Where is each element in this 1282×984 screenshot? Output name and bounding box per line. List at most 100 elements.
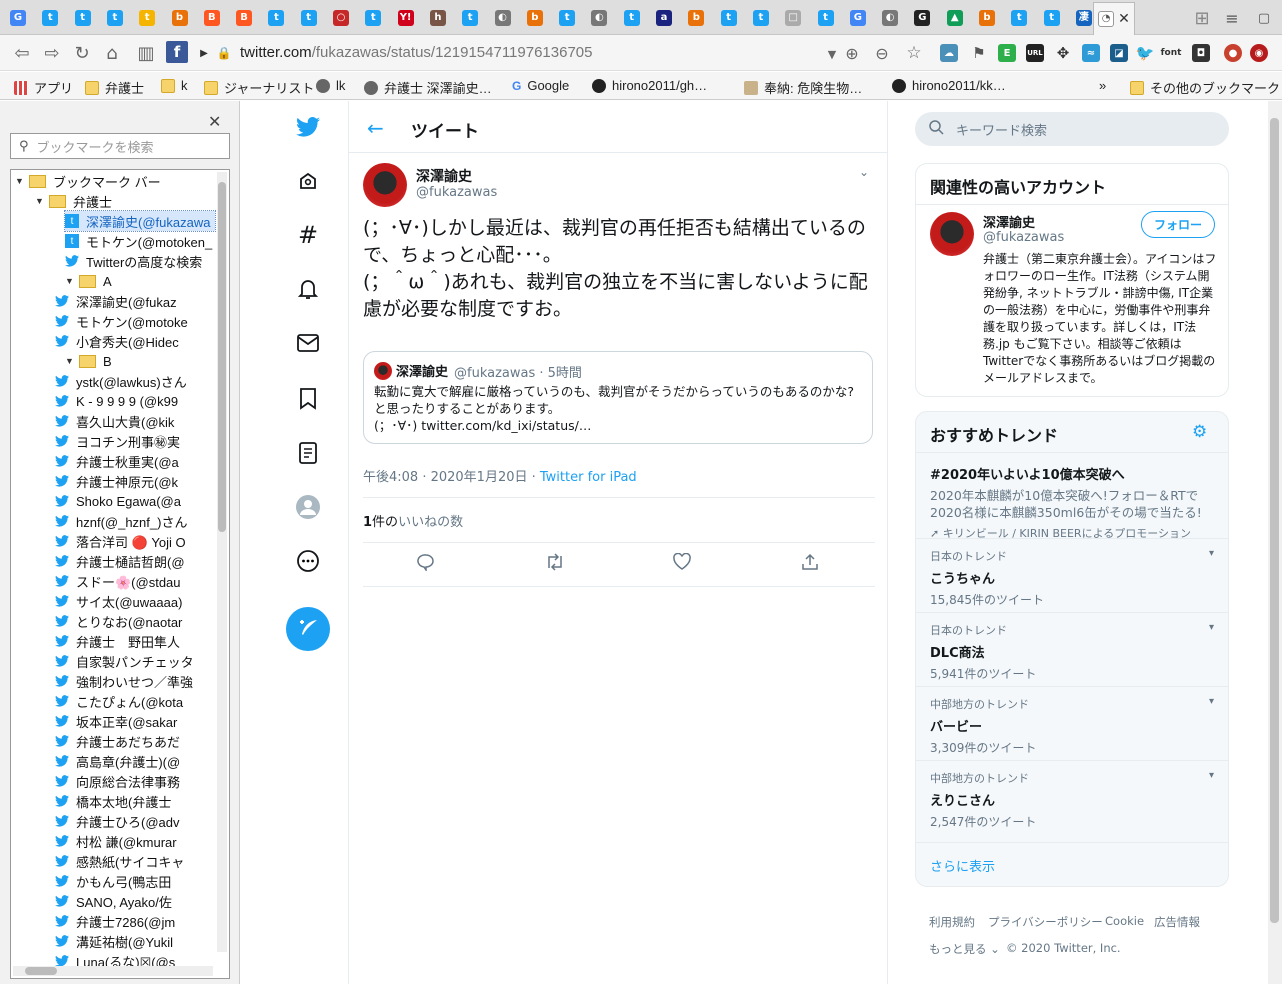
expand-arrow-icon[interactable]: ▼ [15, 176, 25, 186]
bookmark-item[interactable]: K - 9 9 9 9 (@k99 [55, 391, 178, 411]
bookmark-item[interactable]: Shoko Egawa(@a [55, 491, 181, 511]
bookmark-item[interactable]: ystk(@lawkus)さん [55, 371, 187, 391]
url-extension-icon[interactable]: URL [1026, 44, 1044, 62]
bookmark-item[interactable]: 喜久山大貴(@kik [55, 411, 174, 431]
page-scrollbar-thumb[interactable] [1270, 118, 1279, 923]
like-heart-icon[interactable] [673, 552, 691, 575]
follow-button[interactable]: フォロー [1141, 211, 1215, 238]
bookmark-item[interactable]: hznf(@_hznf_)さん [55, 511, 187, 531]
browser-tab[interactable]: t [1003, 4, 1035, 32]
bookmark-github-1[interactable]: hirono2011/gh… [592, 78, 707, 93]
chevron-down-icon[interactable]: ▾ [1209, 696, 1214, 707]
bookmark-github-2[interactable]: hirono2011/kk… [892, 78, 1006, 93]
browser-tab[interactable]: t [34, 4, 66, 32]
browser-tab[interactable]: t [99, 4, 131, 32]
bookmark-item[interactable]: 深澤諭史(@fukaz [55, 291, 177, 311]
browser-tab[interactable]: □ [777, 4, 809, 32]
bookmark-folder[interactable]: ▼ A [65, 271, 112, 291]
chevron-down-icon[interactable]: ▾ [1209, 548, 1214, 559]
scrollbar-thumb[interactable] [25, 967, 57, 975]
bookmark-item[interactable]: 向原総合法律事務 [55, 771, 180, 791]
bookmark-item[interactable]: SANO, Ayako/佐 [55, 891, 172, 911]
bookmark-fukazawa[interactable]: 弁護士 深澤諭史… [364, 78, 492, 97]
expand-arrow-icon[interactable]: ▼ [65, 276, 75, 286]
footer-link[interactable]: Cookie [1105, 914, 1144, 928]
footer-link[interactable]: プライバシーポリシー [988, 914, 1103, 930]
browser-tab[interactable]: t [260, 4, 292, 32]
bookmark-apps[interactable]: アプリ [14, 78, 73, 97]
bookmark-hounou[interactable]: 奉納: 危険生物… [744, 78, 862, 97]
lists-icon[interactable] [296, 441, 320, 465]
bookmark-item[interactable]: 坂本正幸(@sakar [55, 711, 177, 731]
close-icon[interactable]: ✕ [208, 112, 221, 131]
bookmark-tree[interactable]: ▼ ブックマーク バー ▼ 弁護士 t 深澤諭史(@fukazawa t モトケン(@moto… [10, 169, 230, 979]
trend-item[interactable]: 日本のトレンド こうちゃん 15,845件のツイート ▾ [916, 538, 1228, 612]
expand-arrow-icon[interactable]: ▼ [65, 356, 75, 366]
bookmark-item[interactable]: 強制わいせつ／準強 [55, 671, 193, 691]
back-icon[interactable]: ⇦ [10, 41, 34, 65]
extension-4-icon[interactable]: ◘ [1192, 44, 1210, 62]
close-tab-icon[interactable]: ✕ [1118, 11, 1130, 27]
bookmark-item[interactable]: Twitterの高度な検索 [65, 251, 202, 271]
bookmark-k[interactable]: k [161, 78, 188, 93]
bookmark-folder[interactable]: ▼ 弁護士 [35, 191, 112, 211]
evernote-icon[interactable]: E [998, 44, 1016, 62]
browser-tab[interactable]: t [67, 4, 99, 32]
bookmark-item[interactable]: ヨコチン刑事㊙実 [55, 431, 180, 451]
reply-icon[interactable] [417, 553, 435, 576]
promoted-trend[interactable]: #2020年いよいよ10億本突破へ 2020年本麒麟が10億本突破へ!フォロー＆… [916, 452, 1228, 540]
account-handle[interactable]: @fukazawas [983, 230, 1064, 245]
gamepad-icon[interactable]: ✥ [1054, 44, 1072, 62]
tweet-source-link[interactable]: Twitter for iPad [540, 470, 637, 485]
bookmark-item[interactable]: 弁護士神原元(@k [55, 471, 178, 491]
bookmark-item[interactable]: 橋本太地(弁護士 [55, 791, 171, 811]
bookmark-item[interactable]: 感熱紙(サイコキャ [55, 851, 184, 871]
bookmark-item[interactable]: スドー🌸(@stdau [55, 571, 181, 591]
bookmark-item[interactable]: 弁護士7286(@jm [55, 911, 175, 931]
browser-tab[interactable]: G [2, 4, 34, 32]
bookmark-other[interactable]: その他のブックマーク [1130, 78, 1280, 97]
notifications-bell-icon[interactable] [296, 277, 320, 301]
compose-tweet-button[interactable] [286, 607, 330, 651]
bookmark-item[interactable]: t 深澤諭史(@fukazawa [64, 210, 216, 232]
chevron-down-icon[interactable]: ⌄ [859, 165, 869, 179]
bookmarks-icon[interactable] [296, 387, 320, 411]
twitter-extension-icon[interactable]: 🐦 [1136, 44, 1155, 62]
browser-tab[interactable]: t [713, 4, 745, 32]
show-more-link[interactable]: さらに表示 [916, 842, 1228, 887]
extension-1-icon[interactable]: ☁ [940, 44, 958, 62]
bookmark-item[interactable]: かもん弓(鴨志田 [55, 871, 171, 891]
back-arrow-icon[interactable]: ← [367, 116, 384, 140]
trend-item[interactable]: 日本のトレンド DLC商法 5,941件のツイート ▾ [916, 612, 1228, 686]
bookmark-item[interactable]: 小倉秀夫(@Hidec [55, 331, 179, 351]
profile-avatar-icon[interactable] [296, 495, 320, 519]
chevron-down-icon[interactable]: ▾ [1209, 622, 1214, 633]
facebook-icon[interactable]: f [166, 41, 188, 63]
bookmark-folder[interactable]: ▼ B [65, 351, 112, 371]
bookmark-item[interactable]: こたぴょん(@kota [55, 691, 183, 711]
bookmark-item[interactable]: 弁護士あだちあだ [55, 731, 180, 751]
bookmark-item[interactable]: 村松 謙(@kmurar [55, 831, 177, 851]
browser-tab[interactable]: t [357, 4, 389, 32]
bookmark-item[interactable]: 落合洋司 🔴 Yoji O [55, 531, 186, 551]
trend-item[interactable]: 中部地方のトレンド えりこさん 2,547件のツイート ▾ [916, 760, 1228, 834]
extension-2-icon[interactable]: ≈ [1082, 44, 1100, 62]
extension-5-icon[interactable]: ● [1224, 44, 1242, 62]
browser-tab[interactable]: t [131, 4, 163, 32]
footer-link[interactable]: 広告情報 [1154, 914, 1200, 930]
explore-hashtag-icon[interactable]: # [296, 221, 320, 249]
bookmark-item[interactable]: 自家製パンチェッタ [55, 651, 194, 671]
new-tab-button[interactable]: ⊞ [1186, 4, 1218, 32]
browser-tab[interactable]: h [422, 4, 454, 32]
messages-envelope-icon[interactable] [296, 331, 320, 355]
home-icon[interactable]: ⌂ [100, 41, 124, 65]
author-name[interactable]: 深澤諭史 [416, 166, 472, 186]
browser-tab[interactable]: ◐ [487, 4, 519, 32]
browser-tab[interactable]: ▲ [939, 4, 971, 32]
bookmark-item[interactable]: 弁護士秋重実(@a [55, 451, 179, 471]
bookmark-lk[interactable]: lk [316, 78, 345, 93]
chevron-down-icon[interactable]: ▾ [1209, 770, 1214, 781]
browser-tab[interactable]: b [519, 4, 551, 32]
browser-tab[interactable]: t [745, 4, 777, 32]
author-handle[interactable]: @fukazawas [416, 185, 497, 200]
